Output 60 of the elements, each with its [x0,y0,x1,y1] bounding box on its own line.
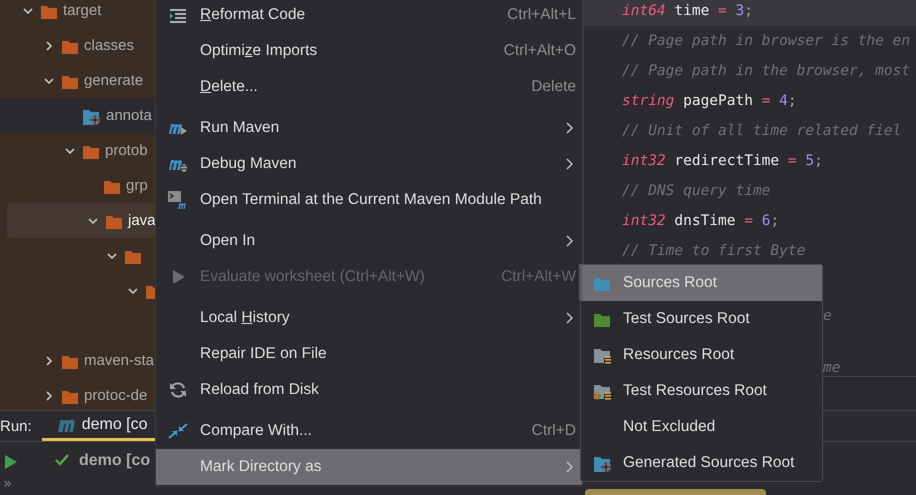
resources-folder-icon [593,346,611,364]
code-line: // Page path in browser is the en [622,33,910,49]
more-button[interactable]: » [4,476,12,490]
menu-item[interactable]: Generated Sources Root [581,445,822,481]
tree-item-label[interactable]: classes [84,37,134,54]
scrollbar-thumb[interactable] [579,264,582,300]
menu-item[interactable]: Reformat Code Ctrl+Alt+L [156,0,582,33]
menu-item[interactable]: Delete... Delete [156,69,582,105]
menu-item[interactable]: Debug Maven [156,146,582,182]
tree-item-label[interactable]: java [128,212,156,229]
menu-item[interactable]: Repair IDE on File [156,336,582,372]
menu-item[interactable]: Resources Root [581,337,822,373]
menu-item[interactable]: Sources Root [581,265,822,301]
code-line: string pagePath = 4; [622,93,797,109]
menu-item[interactable]: Optimize Imports Ctrl+Alt+O [156,33,582,69]
play-icon [170,269,186,285]
terminal-icon [168,190,188,210]
menu-item[interactable]: Test Resources Root [581,373,822,409]
menu-item[interactable]: Run Maven [156,110,582,146]
tree-item-label[interactable]: annota [106,107,152,124]
code-comment: me [823,359,840,376]
tree-item-label[interactable]: maven-sta [84,352,154,369]
menu-item[interactable]: Mark Directory as [156,449,582,485]
folder-icon [593,275,611,291]
maven-icon [58,418,76,432]
menu-item[interactable]: Open In [156,223,582,259]
run-icon[interactable] [4,454,18,470]
chevron-right-icon [565,235,574,247]
code-line: int64 time = 3; [622,3,753,19]
tree-item-label[interactable]: target [63,2,102,19]
code-line: // Page path in the browser, most [622,63,910,79]
menu-item[interactable]: Open Terminal at the Current Maven Module Path [156,182,582,218]
code-comment: e [823,307,832,325]
tree-row[interactable]: java [7,203,155,238]
tree-item-label[interactable]: protoc-de [84,387,148,404]
tree-item-label[interactable]: generate [84,72,144,89]
compare-arrows-icon [168,422,188,440]
code-line: // Time to first Byte [622,243,806,259]
refresh-icon [169,381,187,399]
menu-item[interactable]: Not Excluded [581,409,822,445]
code-line: int32 dnsTime = 6; [622,213,780,229]
tree-item-label[interactable]: protob [105,142,148,159]
resources-folder-icon [593,382,611,400]
panel-title: Run: [0,418,32,434]
tree-item-label[interactable]: grp [126,177,148,194]
indent-icon [169,7,187,23]
code-line: int32 redirectTime = 5; [622,153,823,169]
menu-item[interactable]: Reload from Disk [156,372,582,408]
code-line: // DNS query time [622,183,770,199]
menu-item[interactable]: Test Sources Root [581,301,822,337]
chevron-right-icon [565,122,574,134]
chevron-right-icon [565,461,574,473]
gear-folder-icon [592,454,612,472]
menu-item[interactable]: Local History [156,300,582,336]
chevron-right-icon [565,158,574,170]
code-line: // Unit of all time related fiel [622,123,902,139]
menu-item[interactable]: Compare With... Ctrl+D [156,413,582,449]
build-result[interactable]: demo [co [79,452,150,470]
chevron-right-icon [565,312,574,324]
folder-icon [593,311,611,327]
